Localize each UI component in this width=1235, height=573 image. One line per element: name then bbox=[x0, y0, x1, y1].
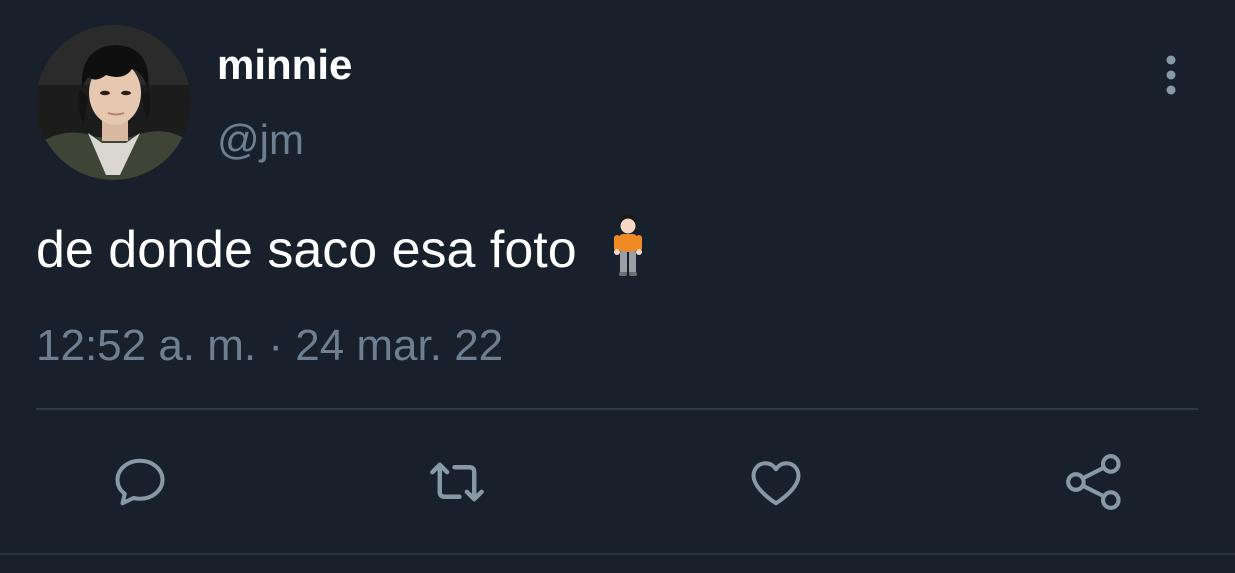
share-icon bbox=[1066, 454, 1121, 510]
display-name[interactable]: minnie bbox=[217, 40, 352, 90]
bottom-divider bbox=[0, 553, 1235, 555]
tweet-text: de donde saco esa foto bbox=[36, 221, 577, 279]
reply-icon bbox=[115, 458, 165, 506]
divider bbox=[36, 408, 1198, 410]
more-vertical-icon bbox=[1166, 55, 1176, 95]
timestamp[interactable]: 12:52 a. m. · 24 mar. 22 bbox=[36, 320, 503, 373]
reply-button[interactable] bbox=[108, 450, 172, 514]
avatar[interactable] bbox=[36, 25, 191, 180]
like-button[interactable] bbox=[744, 450, 808, 514]
more-options-button[interactable] bbox=[1152, 50, 1190, 100]
profile-photo bbox=[36, 25, 191, 180]
retweet-icon bbox=[430, 462, 484, 502]
heart-icon bbox=[751, 461, 801, 506]
person-standing-emoji bbox=[611, 212, 645, 292]
tweet-text-row: de donde saco esa foto bbox=[36, 208, 645, 292]
handle[interactable]: @jm bbox=[217, 115, 304, 165]
share-button[interactable] bbox=[1062, 450, 1126, 514]
retweet-button[interactable] bbox=[425, 450, 489, 514]
